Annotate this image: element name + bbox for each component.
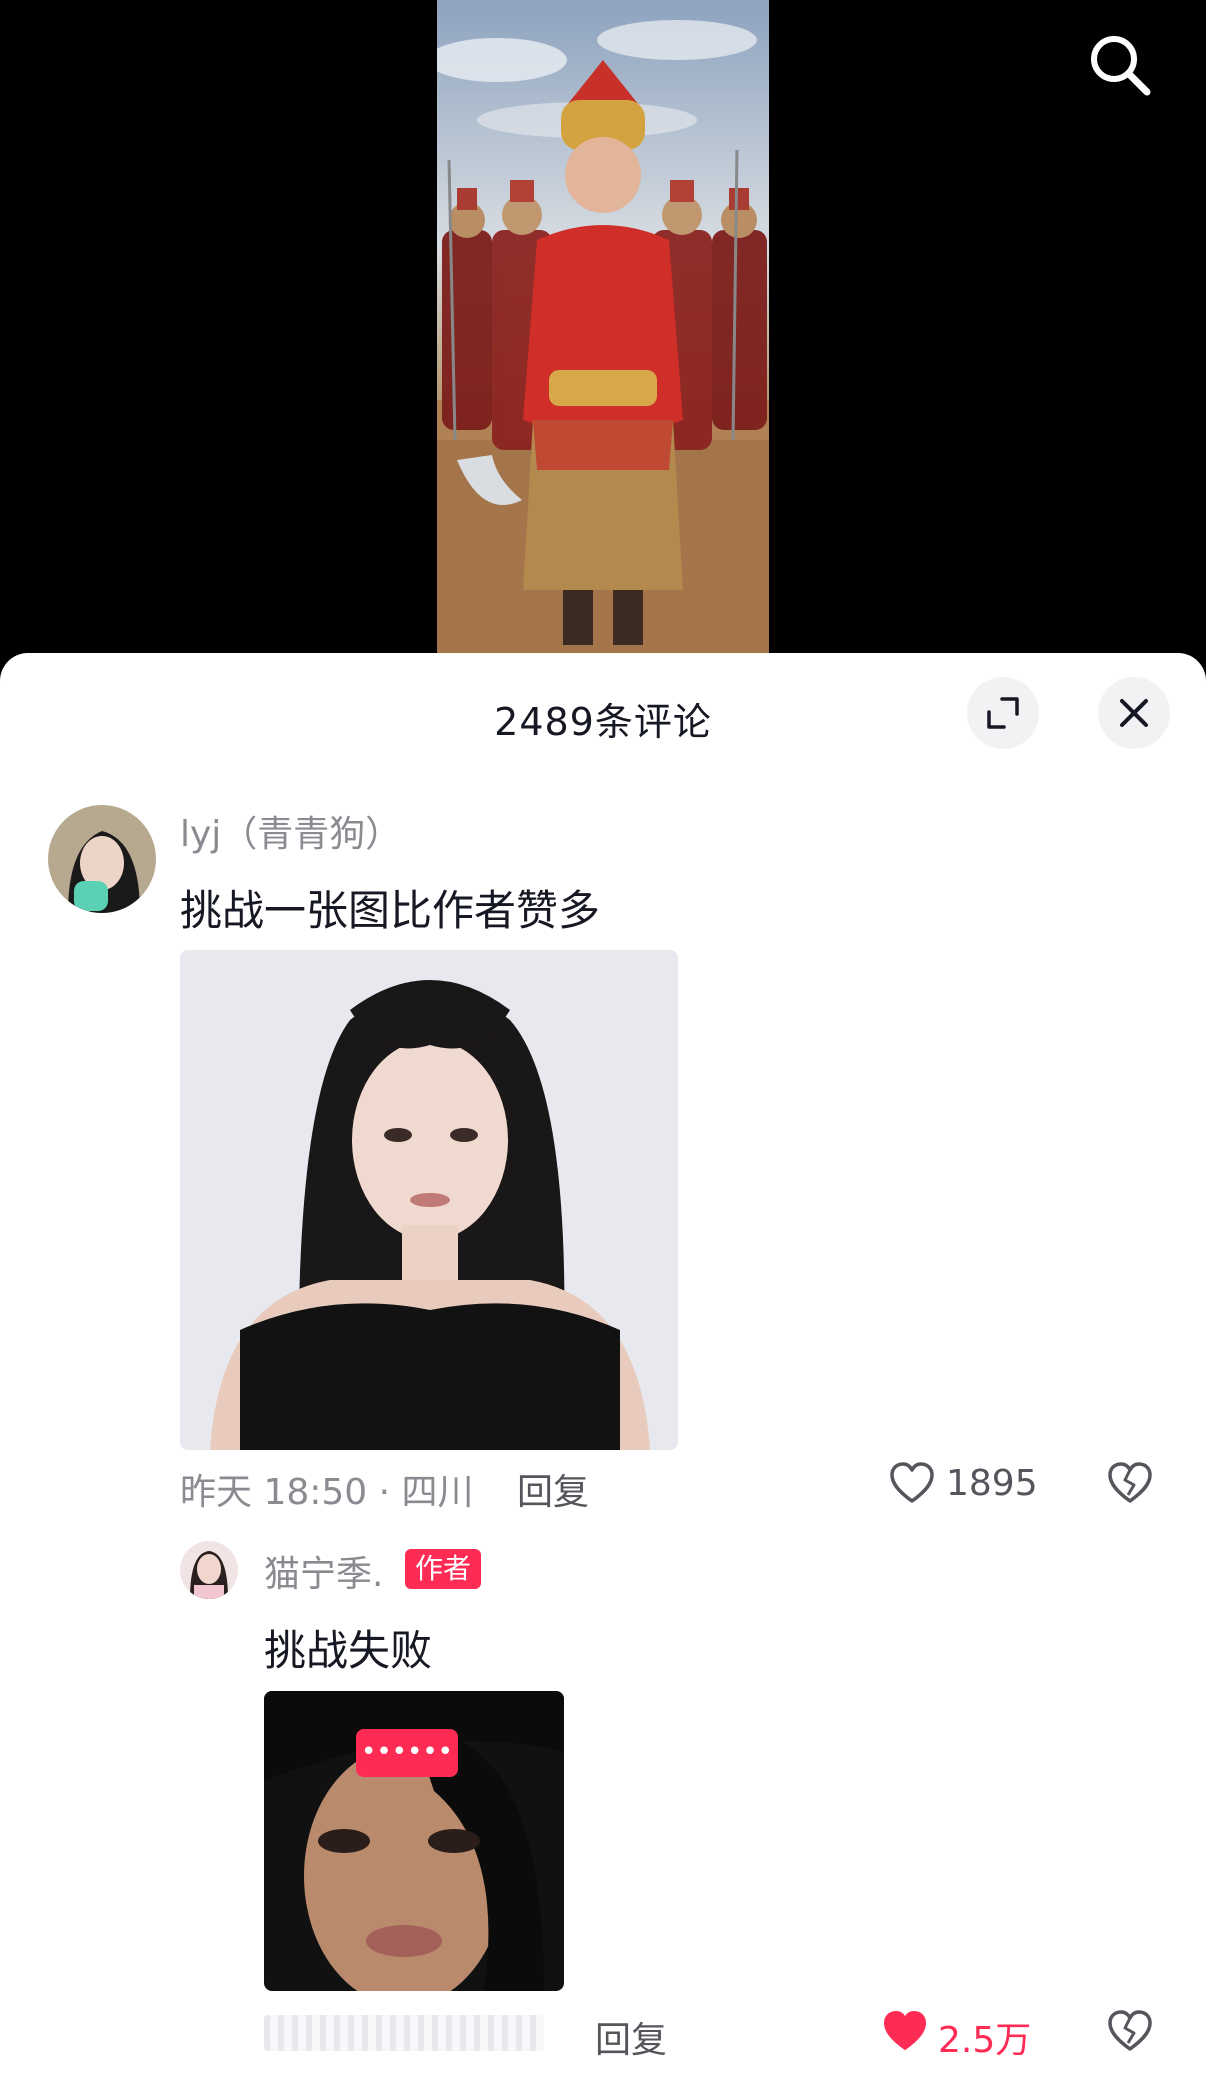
dislike-button[interactable] <box>1106 2007 1154 2055</box>
comment-sheet: 2489条评论 lyj（青青狗） 挑战一张图比作者赞多 昨天 18:50 · 四… <box>0 653 1206 2073</box>
reply-text: 挑战失败 <box>264 1626 433 1675</box>
expand-icon <box>987 697 1019 729</box>
broken-heart-icon <box>1108 1462 1152 1503</box>
search-button[interactable] <box>1083 28 1157 102</box>
reply-username[interactable]: 猫宁季. <box>264 1545 383 1597</box>
comment-text: 挑战一张图比作者赞多 <box>180 886 601 935</box>
reply-button[interactable]: 回复 <box>595 2011 667 2063</box>
expand-button[interactable] <box>967 677 1039 749</box>
broken-heart-icon <box>1108 2010 1152 2051</box>
reply-time-location-blurred <box>264 2015 544 2051</box>
reply-button[interactable]: 回复 <box>517 1463 589 1515</box>
heart-outline-icon <box>890 1462 934 1503</box>
close-icon <box>1120 699 1148 727</box>
commenter-avatar[interactable] <box>48 805 156 913</box>
comment-time-location: 昨天 18:50 · 四川 <box>180 1472 474 1513</box>
like-button[interactable] <box>888 1459 936 1507</box>
image-overlay-badge: •••••• <box>356 1729 458 1777</box>
like-count: 1895 <box>946 1463 1038 1504</box>
video-thumbnail-warriors <box>437 20 769 655</box>
like-count: 2.5万 <box>938 2020 1032 2061</box>
commenter-username[interactable]: lyj（青青狗） <box>180 805 401 857</box>
dislike-button[interactable] <box>1106 1459 1154 1507</box>
heart-filled-icon <box>884 2011 926 2050</box>
video-frame[interactable] <box>437 0 769 655</box>
like-button[interactable] <box>880 2007 930 2055</box>
comment-image[interactable] <box>180 950 678 1450</box>
close-button[interactable] <box>1098 677 1170 749</box>
search-icon <box>1091 36 1151 96</box>
author-badge: 作者 <box>405 1549 482 1589</box>
reply-avatar[interactable] <box>180 1541 238 1599</box>
